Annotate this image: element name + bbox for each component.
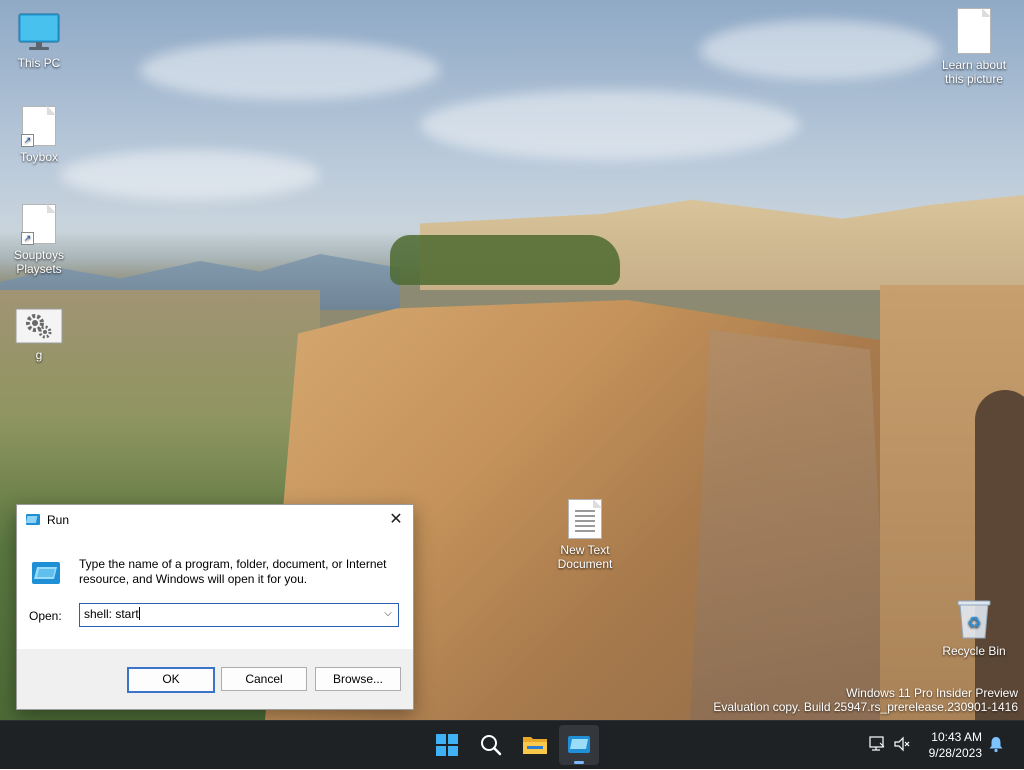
text-caret [138, 607, 140, 620]
notification-bell-icon[interactable] [988, 735, 1004, 753]
watermark-line-build: Evaluation copy. Build 25947.rs_prerelea… [713, 700, 1018, 714]
text-document-icon [568, 499, 602, 539]
desktop-icon-label: Learn about this picture [941, 58, 1007, 86]
volume-muted-icon[interactable] [893, 735, 911, 753]
desktop-icon-g[interactable]: g [3, 308, 75, 362]
monitor-icon [18, 13, 60, 50]
run-taskbar-button[interactable] [559, 725, 599, 765]
start-icon [436, 734, 458, 756]
clock-time: 10:43 AM [931, 730, 982, 744]
clock[interactable]: 10:43 AM 9/28/2023 [929, 729, 982, 761]
run-icon [568, 736, 590, 753]
desktop-icon-recycle-bin[interactable]: ♻ Recycle Bin [938, 598, 1010, 658]
run-dialog: Run ✕ Type the name of a program, folder… [16, 504, 414, 710]
run-footer: OK Cancel Browse... [17, 649, 413, 709]
cloud [420, 90, 800, 160]
desktop-icon-label: Recycle Bin [942, 644, 1006, 658]
shortcut-arrow-icon: ↗ [21, 134, 34, 147]
ok-button[interactable]: OK [127, 667, 215, 693]
cloud [700, 20, 940, 80]
desktop-icon-new-text-document[interactable]: New Text Document [549, 499, 621, 571]
close-button[interactable]: ✕ [385, 509, 407, 531]
run-titlebar[interactable]: Run ✕ [17, 505, 413, 535]
browse-button[interactable]: Browse... [315, 667, 401, 691]
open-input[interactable]: shell: start [84, 607, 140, 621]
shortcut-arrow-icon: ↗ [21, 232, 34, 245]
file-explorer-icon [523, 737, 547, 754]
cancel-button[interactable]: Cancel [221, 667, 307, 691]
start-button[interactable] [427, 725, 467, 765]
svg-text:♻: ♻ [967, 613, 981, 632]
bridge-arch [975, 390, 1024, 720]
open-input-text: shell: start [84, 607, 139, 621]
desktop-icon-label: Toybox [19, 150, 59, 164]
run-title: Run [47, 513, 70, 527]
clock-date: 9/28/2023 [928, 746, 982, 760]
file-icon [957, 8, 991, 54]
gear-icon [15, 308, 63, 344]
open-combobox[interactable]: shell: start ⌵ [79, 603, 399, 627]
search-icon [481, 735, 502, 756]
active-window-indicator [574, 761, 584, 764]
desktop-icon-label: This PC [17, 56, 61, 70]
cliff-shadow [690, 330, 890, 720]
run-body: Type the name of a program, folder, docu… [17, 535, 413, 649]
run-icon [25, 514, 40, 525]
open-label: Open: [29, 609, 62, 623]
search-button[interactable] [471, 725, 511, 765]
run-description: Type the name of a program, folder, docu… [79, 557, 387, 586]
text-lines [575, 510, 595, 512]
desktop-icon-label: g [35, 348, 43, 362]
desktop-icon-souptoys-playsets[interactable]: ↗ Souptoys Playsets [3, 204, 75, 276]
desktop-icon-label: New Text Document [557, 543, 613, 571]
windows-watermark: Windows 11 Pro Insider Preview Evaluatio… [713, 686, 1018, 714]
run-program-icon [32, 562, 60, 584]
close-icon: ✕ [389, 511, 403, 528]
cloud [140, 40, 440, 100]
watermark-line-edition: Windows 11 Pro Insider Preview [846, 686, 1018, 700]
cloud [60, 150, 320, 200]
desktop-icon-label: Souptoys Playsets [13, 248, 65, 276]
file-explorer-button[interactable] [515, 725, 555, 765]
file-icon: ↗ [21, 106, 56, 147]
taskbar: 10:43 AM 9/28/2023 [0, 720, 1024, 769]
file-icon: ↗ [21, 204, 56, 245]
desktop-icon-this-pc[interactable]: This PC [3, 12, 75, 70]
network-icon[interactable] [868, 735, 886, 753]
chevron-down-icon[interactable]: ⌵ [381, 607, 395, 621]
desktop-icon-learn-about-this-picture[interactable]: Learn about this picture [938, 8, 1010, 86]
trees [390, 235, 620, 285]
desktop-icon-toybox[interactable]: ↗ Toybox [3, 106, 75, 164]
recycle-bin-icon: ♻ [957, 600, 991, 639]
